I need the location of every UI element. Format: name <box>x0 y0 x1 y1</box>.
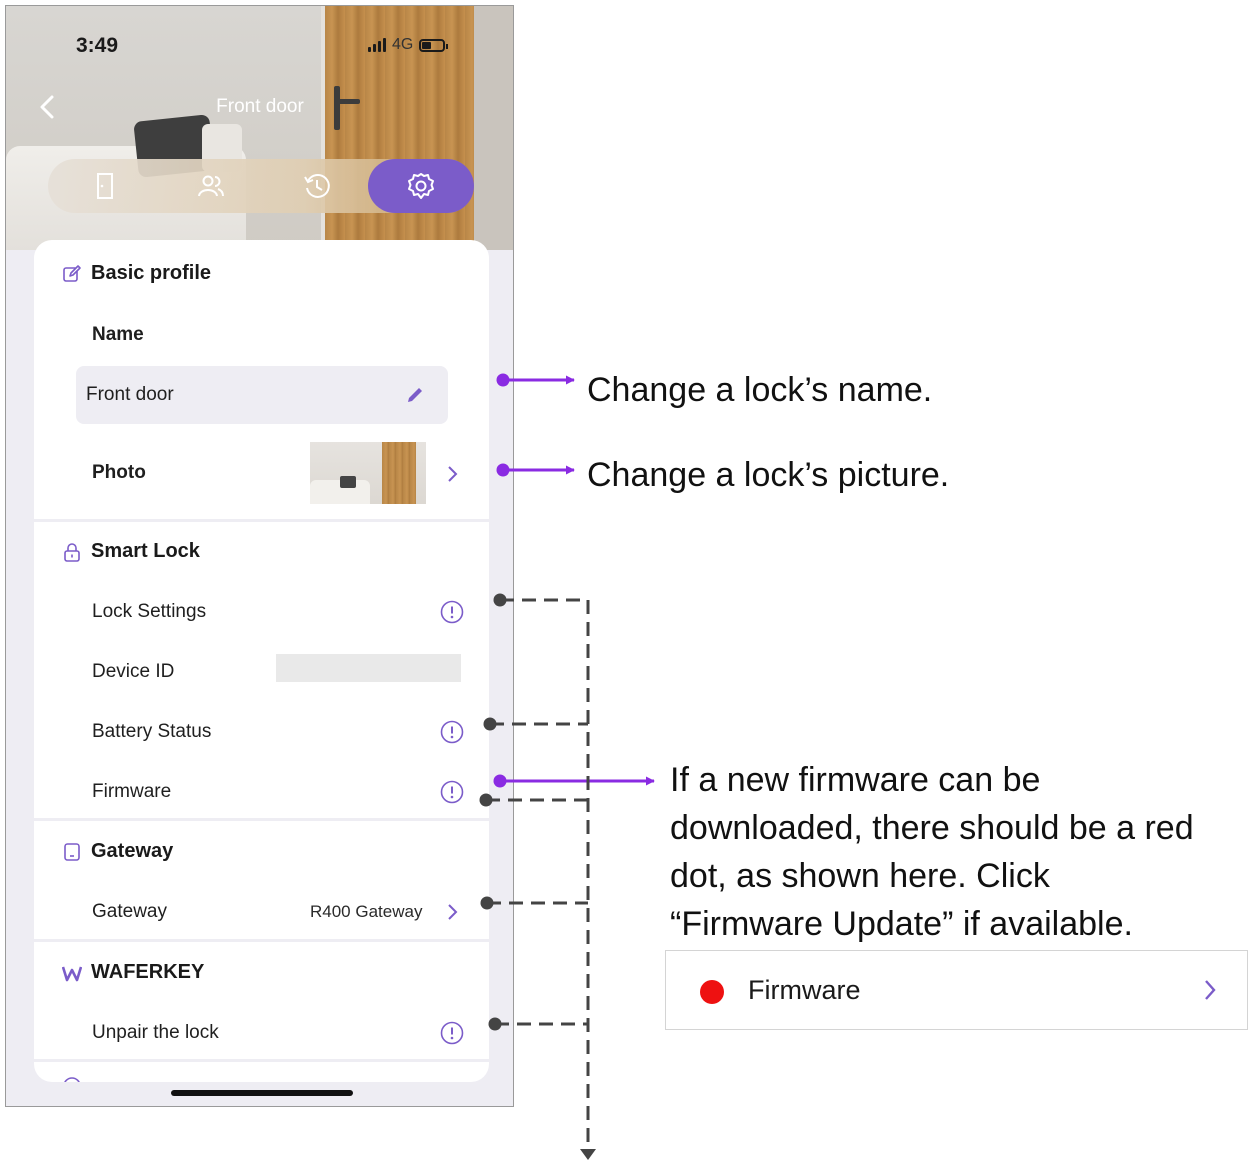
red-dot-icon <box>700 980 724 1004</box>
annotation-photo: Change a lock’s picture. <box>587 456 950 494</box>
firmware-chevron-right-icon[interactable] <box>1203 977 1217 1003</box>
annotation-firmware-line-4: “Firmware Update” if available. <box>670 905 1133 943</box>
dashed-down-arrowhead <box>580 1149 596 1160</box>
firmware-callout-arrow <box>493 774 655 788</box>
annotation-firmware-line-2: downloaded, there should be a red <box>670 809 1194 847</box>
annotation-firmware-line-3: dot, as shown here. Click <box>670 857 1050 895</box>
photo-callout-arrow <box>496 463 575 477</box>
name-callout-arrow <box>496 373 575 387</box>
dashed-bracket-dots <box>479 593 507 1031</box>
dashed-bracket-connector <box>486 598 590 1148</box>
firmware-example-label: Firmware <box>748 975 861 1005</box>
firmware-update-example[interactable]: Firmware <box>665 950 1248 1030</box>
annotation-name: Change a lock’s name. <box>587 371 933 409</box>
annotation-firmware-line-1: If a new firmware can be <box>670 761 1041 799</box>
